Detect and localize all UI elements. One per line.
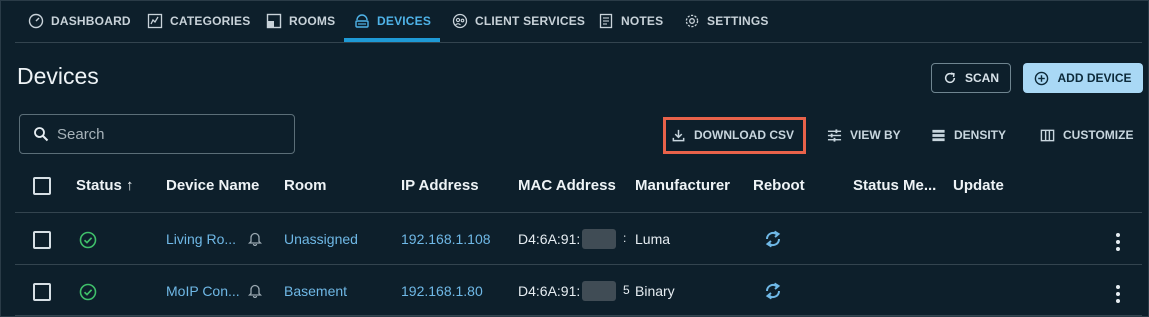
- row-checkbox[interactable]: [33, 283, 51, 301]
- redacted-mac: [582, 229, 616, 249]
- column-header-status[interactable]: Status ↑: [76, 177, 134, 194]
- nav-dashboard[interactable]: DASHBOARD: [28, 1, 131, 41]
- nav-devices[interactable]: DEVICES: [354, 1, 431, 41]
- redacted-mac: [582, 281, 616, 301]
- columns-icon: [1040, 129, 1055, 141]
- customize-button[interactable]: CUSTOMIZE: [1040, 119, 1133, 151]
- row-divider: [15, 264, 1142, 265]
- search-icon: [34, 127, 49, 142]
- router-icon: [355, 14, 369, 28]
- nav-divider: [15, 42, 1142, 43]
- header-divider: [15, 212, 1142, 213]
- customize-label: CUSTOMIZE: [1063, 128, 1134, 142]
- room-link[interactable]: Basement: [284, 283, 347, 299]
- manufacturer: Luma: [635, 231, 671, 247]
- nav-label: CATEGORIES: [170, 14, 251, 28]
- mac-address: D4:6A:91:: [518, 231, 581, 247]
- reboot-icon[interactable]: [763, 280, 783, 302]
- device-name-link[interactable]: MoIP Con...: [166, 283, 240, 299]
- column-header-device-name[interactable]: Device Name: [166, 177, 259, 194]
- view-by-label: VIEW BY: [850, 128, 901, 142]
- page-title: Devices: [17, 63, 99, 89]
- nav-label: NOTES: [621, 14, 664, 28]
- download-csv-label: DOWNLOAD CSV: [694, 128, 794, 142]
- density-button[interactable]: DENSITY: [931, 119, 1006, 151]
- people-icon: [452, 13, 468, 29]
- sliders-icon: [827, 128, 842, 142]
- room-link[interactable]: Unassigned: [284, 231, 358, 247]
- add-circle-icon: [1035, 71, 1049, 85]
- row-menu-icon[interactable]: [1116, 233, 1120, 251]
- search-box[interactable]: [19, 114, 295, 154]
- speedometer-icon: [28, 13, 44, 29]
- chart-icon: [147, 13, 163, 29]
- bell-icon[interactable]: [248, 283, 262, 298]
- reboot-icon[interactable]: [763, 228, 783, 250]
- ip-address-link[interactable]: 192.168.1.108: [401, 231, 491, 247]
- gear-icon: [685, 14, 699, 28]
- select-all-checkbox[interactable]: [33, 177, 51, 195]
- sort-arrow-icon: ↑: [126, 177, 134, 194]
- notes-icon: [599, 13, 613, 29]
- nav-label: CLIENT SERVICES: [475, 14, 586, 28]
- top-nav: DASHBOARD CATEGORIES ROOMS DEVICES CLIEN…: [1, 1, 1149, 42]
- nav-label: ROOMS: [289, 14, 336, 28]
- scan-button[interactable]: SCAN: [931, 63, 1011, 93]
- density-label: DENSITY: [954, 128, 1007, 142]
- mac-address-tail: :: [623, 231, 627, 245]
- device-name-link[interactable]: Living Ro...: [166, 231, 236, 247]
- column-header-room[interactable]: Room: [284, 177, 327, 194]
- nav-categories[interactable]: CATEGORIES: [147, 1, 250, 41]
- add-device-button[interactable]: ADD DEVICE: [1023, 63, 1143, 93]
- mac-address-tail: 5: [623, 283, 630, 297]
- column-header-ip-address[interactable]: IP Address: [401, 177, 479, 194]
- mac-address: D4:6A:91:: [518, 283, 581, 299]
- status-ok-icon: [79, 283, 97, 301]
- density-icon: [932, 129, 945, 141]
- column-header-status-message[interactable]: Status Me...: [853, 177, 936, 194]
- status-ok-icon: [79, 231, 97, 249]
- nav-client-services[interactable]: CLIENT SERVICES: [452, 1, 585, 41]
- refresh-icon: [944, 72, 956, 84]
- row-checkbox[interactable]: [33, 231, 51, 249]
- add-device-label: ADD DEVICE: [1057, 71, 1132, 85]
- column-header-manufacturer[interactable]: Manufacturer: [635, 177, 730, 194]
- scan-label: SCAN: [964, 71, 999, 85]
- view-by-button[interactable]: VIEW BY: [827, 119, 901, 151]
- nav-label: SETTINGS: [707, 14, 769, 28]
- download-icon: [672, 129, 685, 141]
- room-icon: [266, 13, 282, 29]
- bell-icon[interactable]: [248, 231, 262, 246]
- nav-settings[interactable]: SETTINGS: [684, 1, 769, 41]
- ip-address-link[interactable]: 192.168.1.80: [401, 283, 483, 299]
- row-divider: [15, 315, 1142, 316]
- column-header-update[interactable]: Update: [953, 177, 1004, 194]
- nav-rooms[interactable]: ROOMS: [266, 1, 335, 41]
- column-header-mac-address[interactable]: MAC Address: [518, 177, 616, 194]
- nav-label: DEVICES: [377, 14, 432, 28]
- download-csv-button[interactable]: DOWNLOAD CSV: [671, 119, 794, 151]
- nav-notes[interactable]: NOTES: [598, 1, 663, 41]
- row-menu-icon[interactable]: [1116, 285, 1120, 303]
- search-input[interactable]: [57, 125, 277, 143]
- manufacturer: Binary: [635, 283, 675, 299]
- column-header-reboot[interactable]: Reboot: [753, 177, 805, 194]
- nav-label: DASHBOARD: [51, 14, 131, 28]
